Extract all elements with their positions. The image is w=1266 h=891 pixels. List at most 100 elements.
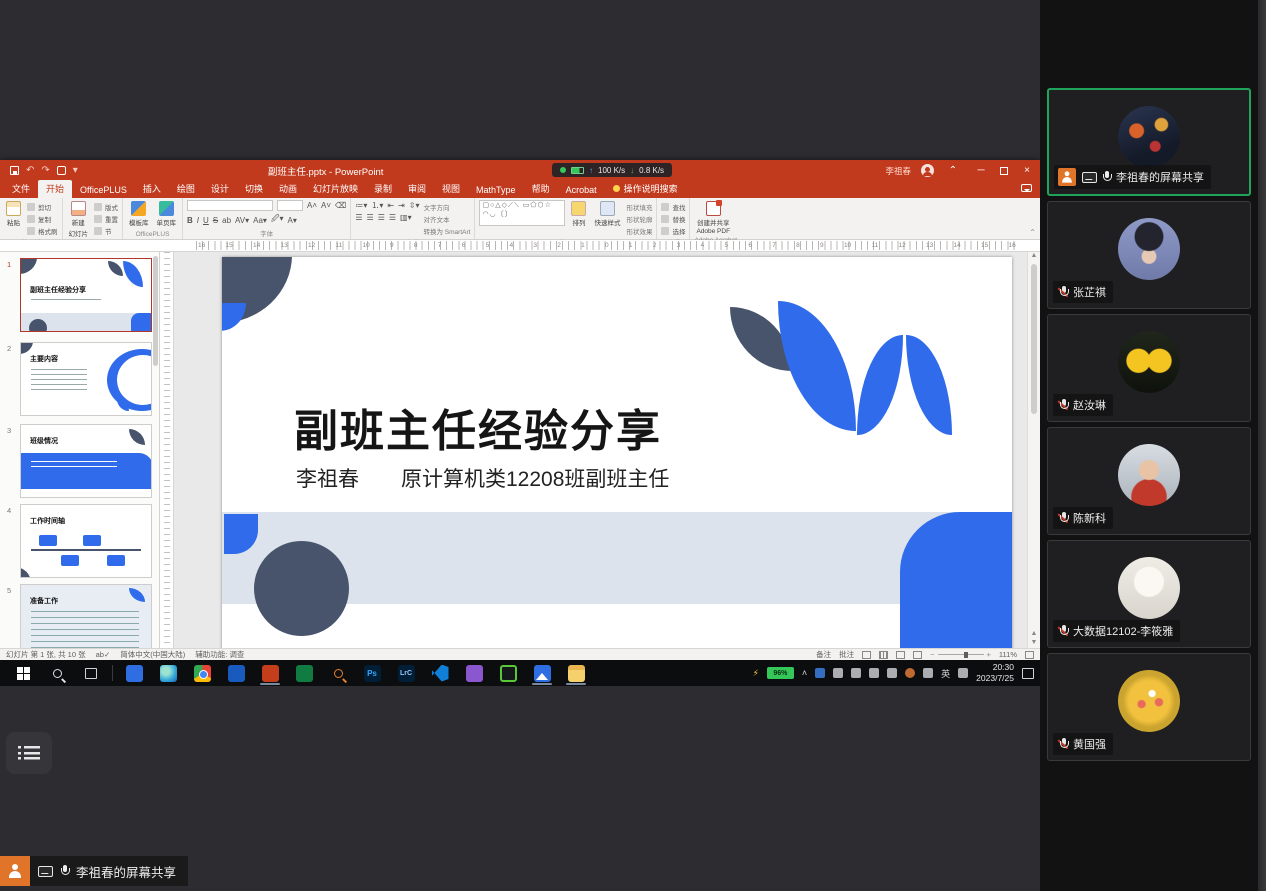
normal-view-icon[interactable] bbox=[862, 651, 871, 659]
participant-tile[interactable]: 张芷祺 bbox=[1047, 201, 1251, 309]
pinned-photoshop[interactable]: Ps bbox=[355, 660, 389, 686]
tab-view[interactable]: 视图 bbox=[434, 180, 468, 198]
participant-tile[interactable]: 大数据12102-李筱雅 bbox=[1047, 540, 1251, 648]
tray-app-icon[interactable] bbox=[815, 668, 825, 678]
indent-increase-icon[interactable]: ⇥ bbox=[398, 201, 405, 210]
tab-insert[interactable]: 插入 bbox=[135, 180, 169, 198]
slide-thumbnail-panel[interactable]: 1 副班主任经验分享 2 bbox=[0, 252, 160, 648]
pinned-edge[interactable] bbox=[151, 660, 185, 686]
close-button[interactable]: × bbox=[1018, 165, 1036, 176]
copy-button[interactable]: 复制 bbox=[27, 214, 58, 224]
restore-button[interactable] bbox=[1000, 167, 1008, 175]
cut-button[interactable]: 剪切 bbox=[27, 202, 58, 212]
slide-sorter-icon[interactable] bbox=[879, 651, 888, 659]
vertical-scrollbar[interactable]: ▲ ▲ ▼ bbox=[1027, 252, 1040, 648]
slideshow-icon[interactable] bbox=[913, 651, 922, 659]
grow-font-icon[interactable]: A˄ bbox=[307, 201, 317, 210]
redo-icon[interactable]: ↷ bbox=[41, 165, 49, 176]
previous-slide-icon[interactable]: ▲ bbox=[1028, 630, 1040, 637]
collapse-ribbon-icon[interactable]: ⌃ bbox=[1029, 228, 1036, 237]
align-text-button[interactable]: 对齐文本 bbox=[424, 214, 471, 224]
shrink-font-icon[interactable]: A˅ bbox=[321, 201, 331, 210]
clear-format-icon[interactable]: ⌫ bbox=[335, 201, 346, 210]
save-icon[interactable] bbox=[10, 166, 19, 175]
tell-me-search[interactable]: 操作说明搜索 bbox=[605, 180, 686, 198]
next-slide-icon[interactable]: ▼ bbox=[1028, 639, 1040, 646]
tab-transitions[interactable]: 切换 bbox=[237, 180, 271, 198]
task-view-button[interactable] bbox=[74, 660, 108, 686]
strikethrough-button[interactable]: S bbox=[213, 216, 218, 225]
scroll-up-icon[interactable]: ▲ bbox=[1028, 252, 1040, 259]
undo-icon[interactable]: ↶ bbox=[26, 165, 34, 176]
comments-button[interactable]: 批注 bbox=[839, 649, 854, 660]
participant-tile[interactable]: 陈新科 bbox=[1047, 427, 1251, 535]
shadow-button[interactable]: ab bbox=[222, 216, 231, 225]
layout-button[interactable]: 版式 bbox=[94, 202, 118, 212]
notes-button[interactable]: 备注 bbox=[816, 649, 831, 660]
page-library-button[interactable]: 单页库 bbox=[155, 200, 179, 228]
annotation-menu-button[interactable] bbox=[6, 732, 52, 774]
justify-icon[interactable]: ☰ bbox=[389, 213, 396, 222]
slide-thumbnail-5[interactable]: 准备工作 bbox=[20, 584, 152, 648]
replace-button[interactable]: 替换 bbox=[661, 214, 685, 224]
pinned-chrome[interactable] bbox=[185, 660, 219, 686]
thumbnail-scrollbar[interactable] bbox=[153, 256, 158, 366]
tab-home[interactable]: 开始 bbox=[38, 180, 72, 198]
align-right-icon[interactable]: ☰ bbox=[378, 213, 385, 222]
minimize-button[interactable]: ─ bbox=[972, 165, 990, 176]
tab-file[interactable]: 文件 bbox=[4, 180, 38, 198]
search-button[interactable] bbox=[40, 660, 74, 686]
slide-thumbnail-1[interactable]: 副班主任经验分享 bbox=[20, 258, 152, 332]
pinned-word[interactable] bbox=[219, 660, 253, 686]
arrange-button[interactable]: 排列 bbox=[569, 200, 588, 228]
scrollbar-thumb[interactable] bbox=[1031, 264, 1037, 414]
section-button[interactable]: 节 bbox=[94, 226, 118, 236]
participant-tile[interactable]: 黄国强 bbox=[1047, 653, 1251, 761]
font-size-select[interactable] bbox=[277, 200, 303, 211]
pinned-visualstudio[interactable] bbox=[457, 660, 491, 686]
usb-icon[interactable] bbox=[923, 668, 933, 678]
tab-help[interactable]: 帮助 bbox=[524, 180, 558, 198]
ribbon-display-options-icon[interactable]: ⌃ bbox=[944, 165, 962, 176]
template-library-button[interactable]: 模板库 bbox=[127, 200, 151, 228]
numbering-button[interactable]: ⒈▾ bbox=[371, 200, 383, 211]
tray-expand-icon[interactable]: ˄ bbox=[802, 668, 807, 678]
pinned-app-blue[interactable] bbox=[117, 660, 151, 686]
qat-dropdown-icon[interactable]: ▾ bbox=[73, 165, 78, 176]
tab-draw[interactable]: 绘图 bbox=[169, 180, 203, 198]
comments-bubble-icon[interactable] bbox=[1021, 184, 1032, 192]
participant-tile-sharer[interactable]: 李祖春的屏幕共享 bbox=[1047, 88, 1251, 196]
slide-thumbnail-4[interactable]: 工作时间轴 bbox=[20, 504, 152, 578]
underline-button[interactable]: U bbox=[203, 216, 209, 225]
stamp-icon[interactable] bbox=[57, 166, 66, 175]
align-left-icon[interactable]: ☰ bbox=[355, 213, 362, 222]
paste-button[interactable]: 粘贴 bbox=[4, 200, 23, 228]
align-center-icon[interactable]: ☰ bbox=[367, 213, 374, 222]
tab-review[interactable]: 审阅 bbox=[400, 180, 434, 198]
spellcheck-icon[interactable]: ab✓ bbox=[96, 650, 111, 659]
participant-tile[interactable]: 赵汝琳 bbox=[1047, 314, 1251, 422]
browser-tray-icon[interactable] bbox=[905, 668, 915, 678]
ime-mode-icon[interactable] bbox=[958, 668, 968, 678]
shape-outline-button[interactable]: 形状轮廓 bbox=[626, 214, 652, 224]
slide-1-canvas[interactable]: 副班主任经验分享 李祖春 原计算机类12208班副班主任 bbox=[222, 257, 1012, 648]
find-button[interactable]: 查找 bbox=[661, 202, 685, 212]
pinned-vscode[interactable] bbox=[423, 660, 457, 686]
italic-button[interactable]: I bbox=[197, 216, 199, 225]
reading-view-icon[interactable] bbox=[896, 651, 905, 659]
columns-icon[interactable]: ▥▾ bbox=[400, 213, 412, 222]
shape-effects-button[interactable]: 形状效果 bbox=[626, 226, 652, 236]
format-painter-button[interactable]: 格式刷 bbox=[27, 226, 58, 236]
select-button[interactable]: 选择 bbox=[661, 226, 685, 236]
tab-mathtype[interactable]: MathType bbox=[468, 183, 524, 198]
running-photos[interactable] bbox=[525, 660, 559, 686]
highlight-button[interactable]: 🖉▾ bbox=[271, 213, 284, 227]
font-color-button[interactable]: A▾ bbox=[288, 216, 297, 225]
phone-link-icon[interactable] bbox=[887, 668, 897, 678]
network-icon[interactable] bbox=[833, 668, 843, 678]
line-spacing-icon[interactable]: ⇳▾ bbox=[409, 201, 420, 210]
speaker-icon[interactable] bbox=[851, 668, 861, 678]
clock[interactable]: 20:30 2023/7/25 bbox=[976, 662, 1014, 683]
running-powerpoint[interactable] bbox=[253, 660, 287, 686]
quick-styles-button[interactable]: 快速样式 bbox=[592, 200, 622, 228]
